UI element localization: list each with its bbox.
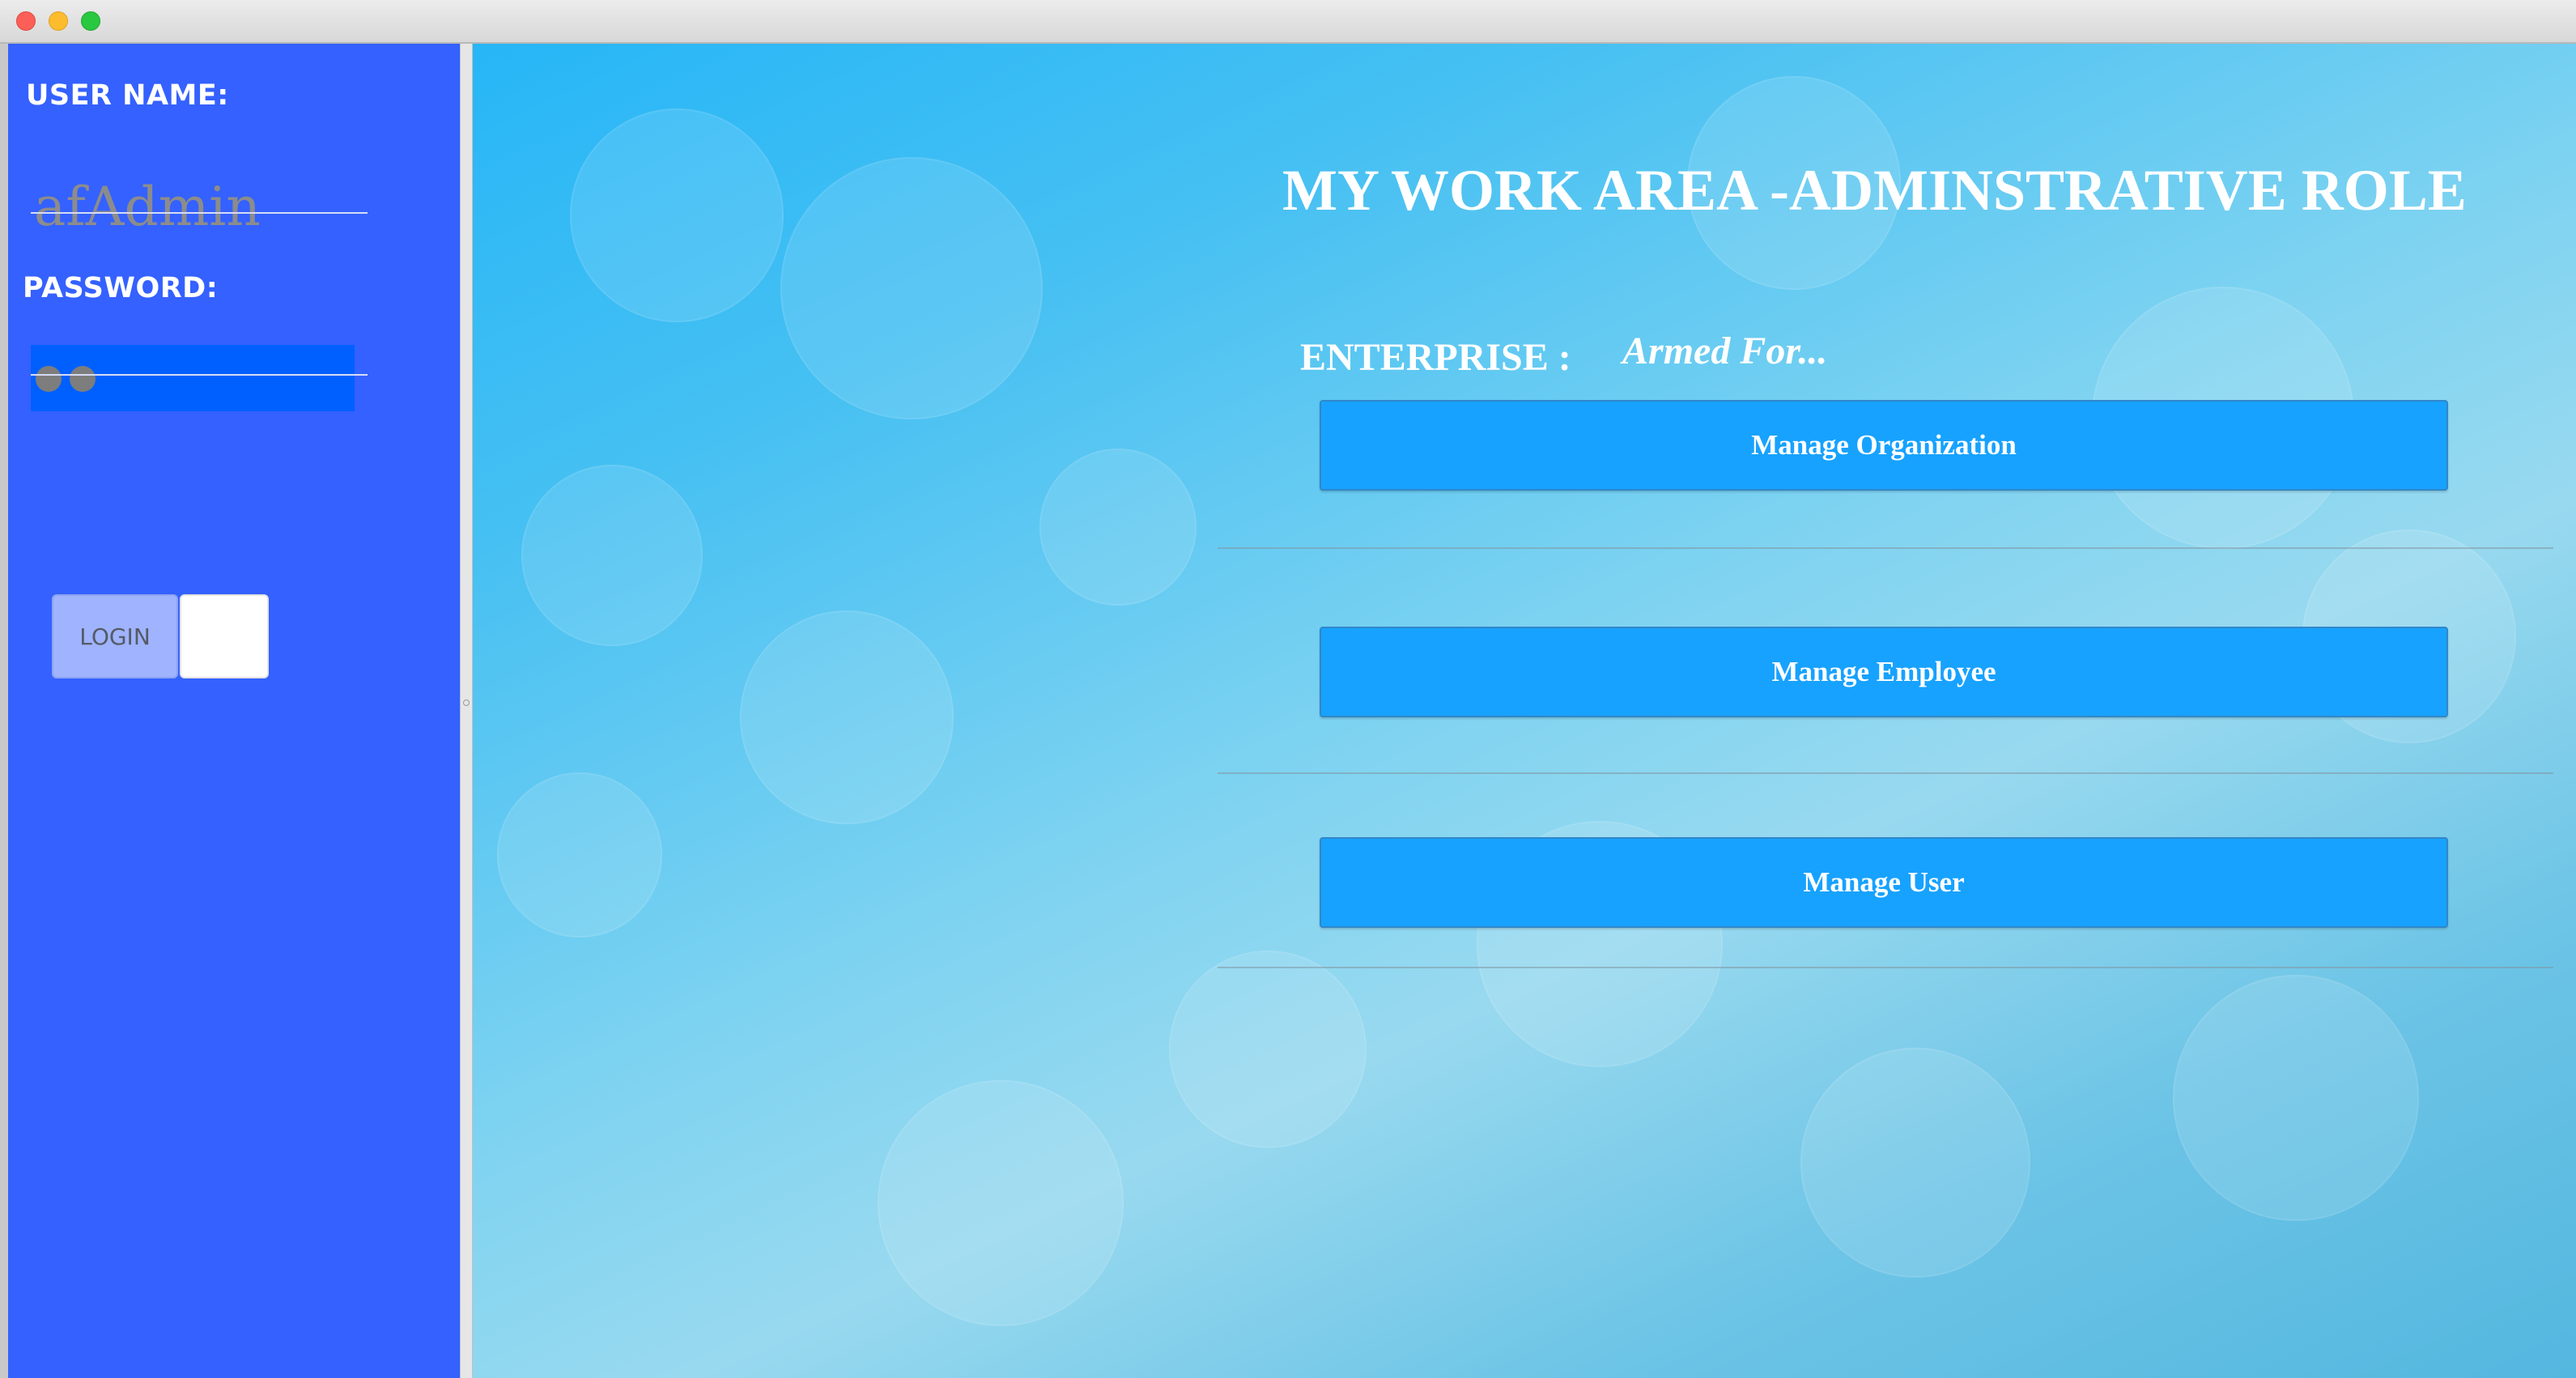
password-mask-dot	[36, 366, 62, 392]
bokeh-decoration	[1800, 1048, 2030, 1278]
bokeh-decoration	[1039, 449, 1197, 606]
separator	[1218, 967, 2553, 968]
minimize-window-button[interactable]	[49, 11, 68, 31]
enterprise-label: ENTERPRISE :	[1300, 336, 1571, 379]
manage-organization-button[interactable]: Manage Organization	[1320, 400, 2448, 491]
password-underline	[31, 374, 368, 376]
work-area-panel: MY WORK AREA -ADMINSTRATIVE ROLE ENTERPR…	[473, 44, 2576, 1378]
bokeh-decoration	[570, 108, 784, 322]
separator	[1218, 772, 2553, 774]
separator	[1218, 547, 2553, 549]
password-field[interactable]	[31, 345, 355, 411]
login-button[interactable]: LOGIN	[52, 594, 178, 678]
close-window-button[interactable]	[16, 11, 36, 31]
divider-grip-icon	[463, 700, 470, 706]
manage-employee-button[interactable]: Manage Employee	[1320, 627, 2448, 717]
bokeh-decoration	[1169, 951, 1367, 1148]
login-panel: USER NAME: afAdmin PASSWORD: LOGIN	[8, 44, 460, 1378]
password-label: PASSWORD:	[23, 272, 219, 304]
manage-user-button[interactable]: Manage User	[1320, 837, 2448, 928]
enterprise-value: Armed For...	[1622, 330, 1828, 372]
username-field[interactable]: afAdmin	[34, 173, 261, 241]
title-bar	[0, 0, 2576, 44]
secondary-button[interactable]	[180, 594, 269, 678]
bokeh-decoration	[521, 465, 703, 646]
app-window: USER NAME: afAdmin PASSWORD: LOGIN MY WO…	[0, 0, 2576, 1378]
split-pane-divider[interactable]	[460, 44, 473, 1378]
bokeh-decoration	[878, 1080, 1124, 1326]
username-label: USER NAME:	[26, 79, 229, 112]
page-title: MY WORK AREA -ADMINSTRATIVE ROLE	[1282, 158, 2467, 223]
bokeh-decoration	[2173, 975, 2419, 1221]
maximize-window-button[interactable]	[81, 11, 100, 31]
username-underline	[31, 212, 368, 214]
bokeh-decoration	[780, 157, 1043, 419]
bokeh-decoration	[740, 610, 954, 824]
password-mask-dot	[70, 366, 96, 392]
bokeh-decoration	[497, 772, 662, 938]
window-left-edge	[0, 44, 8, 1378]
